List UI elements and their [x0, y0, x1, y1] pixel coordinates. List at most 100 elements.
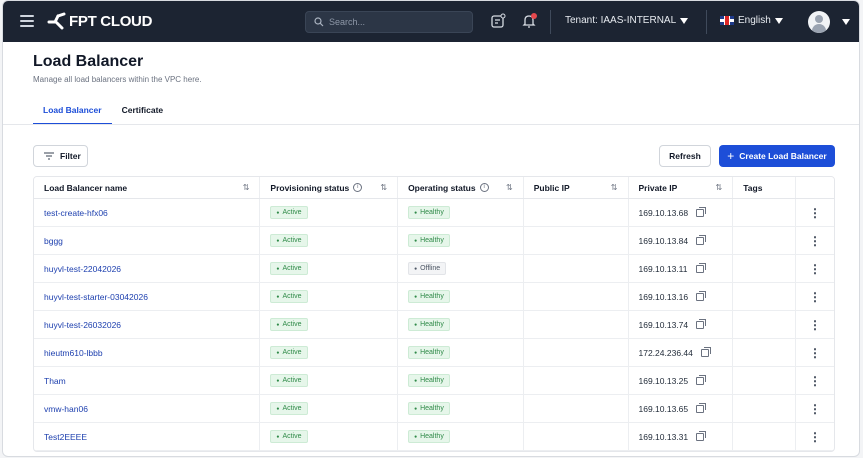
copy-icon[interactable]: [696, 402, 707, 413]
load-balancer-name-link[interactable]: huyvl-test-22042026: [44, 264, 121, 274]
operating-cell: Healthy: [398, 367, 524, 394]
kebab-menu-icon[interactable]: ⋮: [809, 263, 821, 275]
public-ip-cell: [524, 423, 629, 450]
top-navbar: FPT CLOUD Tenant: IAAS-INTERNAL English: [3, 1, 859, 42]
private-ip-cell: 169.10.13.74: [629, 311, 734, 338]
chevron-down-icon: [680, 17, 689, 24]
notification-button[interactable]: [521, 13, 537, 29]
tags-cell: [733, 395, 797, 422]
notes-button[interactable]: [490, 13, 506, 29]
table-row[interactable]: Tham Active Healthy 169.10.13.25 ⋮: [34, 367, 834, 395]
load-balancer-name-link[interactable]: huyvl-test-starter-03042026: [44, 292, 148, 302]
provisioning-cell: Active: [260, 367, 399, 394]
table-row[interactable]: hieutm610-lbbb Active Healthy 172.24.236.44…: [34, 339, 834, 367]
operating-cell: Healthy: [398, 199, 524, 226]
private-ip-value: 169.10.13.65: [638, 403, 689, 414]
column-header-operating[interactable]: Operating status i ⇅: [398, 177, 524, 198]
copy-icon[interactable]: [696, 234, 707, 245]
brand-logo[interactable]: FPT CLOUD: [47, 12, 152, 30]
table-row[interactable]: bggg Active Healthy 169.10.13.84 ⋮: [34, 227, 834, 255]
kebab-menu-icon[interactable]: ⋮: [809, 291, 821, 303]
sort-icon[interactable]: ⇅: [506, 183, 513, 192]
private-ip-value: 169.10.13.31: [638, 431, 689, 442]
operating-status-badge: Healthy: [408, 430, 450, 443]
load-balancer-name-link[interactable]: Test2EEEE: [44, 432, 87, 442]
public-ip-cell: [524, 199, 629, 226]
column-header-tags: Tags: [733, 177, 797, 198]
app-window: FPT CLOUD Tenant: IAAS-INTERNAL English: [2, 0, 860, 457]
copy-icon[interactable]: [696, 290, 707, 301]
kebab-menu-icon[interactable]: ⋮: [809, 235, 821, 247]
operating-status-badge: Offline: [408, 262, 447, 275]
kebab-menu-icon[interactable]: ⋮: [809, 319, 821, 331]
refresh-button[interactable]: Refresh: [659, 145, 711, 167]
kebab-menu-icon[interactable]: ⋮: [809, 403, 821, 415]
create-load-balancer-button[interactable]: + Create Load Balancer: [719, 145, 835, 167]
tabs-divider: [3, 124, 859, 125]
load-balancer-name-link[interactable]: vmw-han06: [44, 404, 88, 414]
load-balancer-name-link[interactable]: bggg: [44, 236, 63, 246]
copy-icon[interactable]: [695, 262, 706, 273]
table-row[interactable]: huyvl-test-starter-03042026 Active Healthy…: [34, 283, 834, 311]
copy-icon[interactable]: [696, 430, 707, 441]
provisioning-cell: Active: [260, 283, 399, 310]
search-input[interactable]: [329, 17, 469, 27]
sort-icon[interactable]: ⇅: [716, 183, 723, 192]
tab-load-balancer[interactable]: Load Balancer: [33, 99, 112, 125]
notification-dot: [531, 13, 537, 19]
table-row[interactable]: vmw-han06 Active Healthy 169.10.13.65 ⋮: [34, 395, 834, 423]
chevron-down-icon[interactable]: [842, 19, 850, 25]
column-header-private-ip[interactable]: Private IP ⇅: [629, 177, 734, 198]
tab-certificate[interactable]: Certificate: [112, 99, 174, 125]
table-row[interactable]: huyvl-test-26032026 Active Healthy 169.10.1…: [34, 311, 834, 339]
menu-icon[interactable]: [20, 15, 34, 27]
load-balancer-name-link[interactable]: hieutm610-lbbb: [44, 348, 103, 358]
info-icon[interactable]: i: [479, 183, 489, 192]
table-row[interactable]: test-create-hfx06 Active Healthy 169.10.13.…: [34, 199, 834, 227]
kebab-menu-icon[interactable]: ⋮: [809, 375, 821, 387]
copy-icon[interactable]: [700, 346, 711, 357]
kebab-menu-icon[interactable]: ⋮: [809, 347, 821, 359]
load-balancer-name-link[interactable]: test-create-hfx06: [44, 208, 108, 218]
sort-icon[interactable]: ⇅: [611, 183, 618, 192]
name-cell: huyvl-test-starter-03042026: [34, 283, 261, 310]
copy-icon[interactable]: [696, 318, 707, 329]
provisioning-cell: Active: [260, 311, 399, 338]
load-balancer-name-link[interactable]: Tham: [44, 376, 66, 386]
page-description: Manage all load balancers within the VPC…: [33, 75, 202, 84]
language-selector[interactable]: English: [720, 15, 783, 26]
sort-icon[interactable]: ⇅: [380, 183, 387, 192]
name-cell: test-create-hfx06: [34, 199, 261, 226]
public-ip-cell: [524, 227, 629, 254]
provisioning-cell: Active: [260, 255, 399, 282]
kebab-menu-icon[interactable]: ⋮: [809, 431, 821, 443]
copy-icon[interactable]: [696, 374, 707, 385]
private-ip-cell: 169.10.13.31: [629, 423, 734, 450]
column-header-provisioning[interactable]: Provisioning status i ⇅: [260, 177, 399, 198]
avatar-icon[interactable]: [808, 11, 830, 33]
operating-cell: Healthy: [398, 423, 524, 450]
table-row[interactable]: Test2EEEE Active Healthy 169.10.13.31 ⋮: [34, 423, 834, 451]
private-ip-cell: 172.24.236.44: [629, 339, 734, 366]
column-header-public-ip[interactable]: Public IP ⇅: [524, 177, 629, 198]
name-cell: vmw-han06: [34, 395, 261, 422]
column-header-name[interactable]: Load Balancer name ⇅: [34, 177, 261, 198]
tags-cell: [733, 311, 797, 338]
table-row[interactable]: huyvl-test-22042026 Active Offline 169.10.1…: [34, 255, 834, 283]
tenant-selector[interactable]: Tenant: IAAS-INTERNAL: [565, 15, 689, 26]
provisioning-status-badge: Active: [270, 402, 308, 415]
load-balancer-name-link[interactable]: huyvl-test-26032026: [44, 320, 121, 330]
operating-status-badge: Healthy: [408, 290, 450, 303]
filter-button[interactable]: Filter: [33, 145, 88, 167]
copy-icon[interactable]: [696, 206, 707, 217]
sort-icon[interactable]: ⇅: [243, 183, 250, 192]
kebab-menu-icon[interactable]: ⋮: [809, 207, 821, 219]
provisioning-status-badge: Active: [270, 430, 308, 443]
search-box[interactable]: [305, 11, 473, 33]
operating-status-badge: Healthy: [408, 234, 450, 247]
private-ip-cell: 169.10.13.84: [629, 227, 734, 254]
private-ip-cell: 169.10.13.65: [629, 395, 734, 422]
info-icon[interactable]: i: [353, 183, 363, 192]
brand-name: FPT CLOUD: [69, 12, 153, 30]
plus-icon: +: [727, 149, 735, 163]
